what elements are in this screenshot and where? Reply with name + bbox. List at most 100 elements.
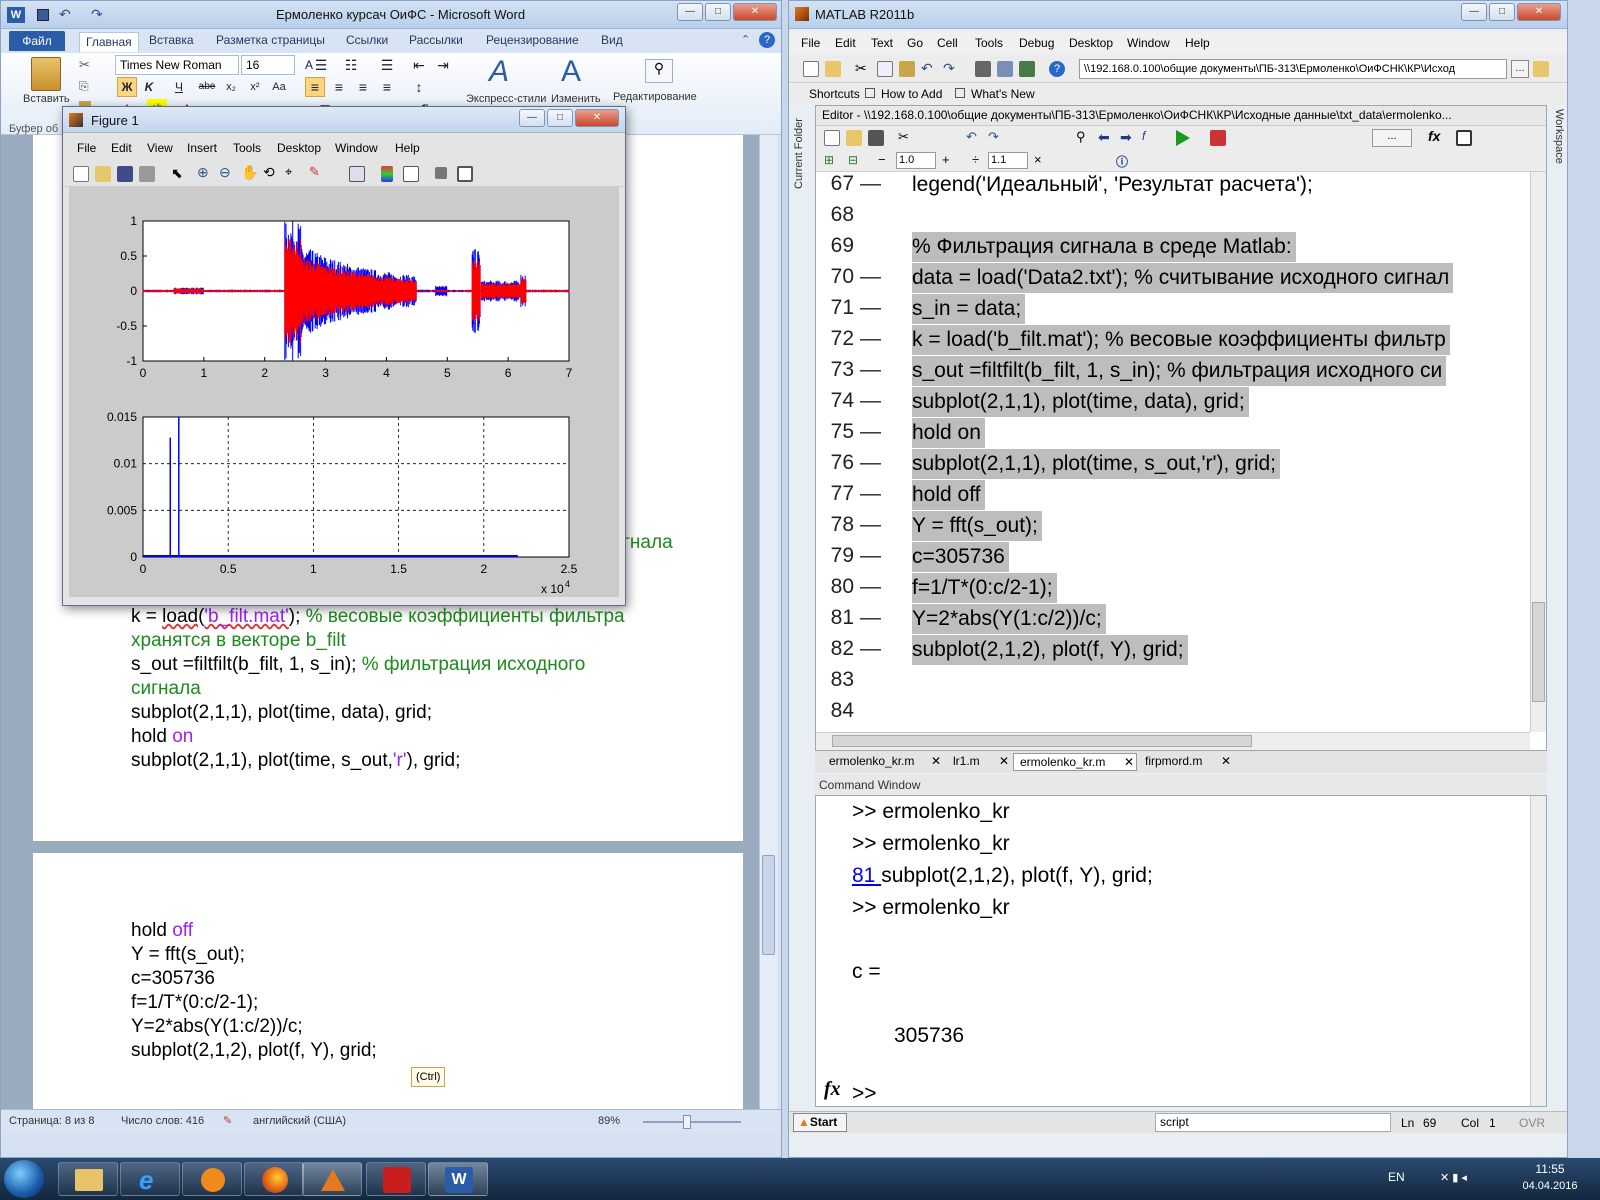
editor-undo-icon[interactable]: ↶ bbox=[966, 129, 982, 145]
code-line[interactable]: subplot(2,1,2), plot(f, Y), grid; bbox=[912, 635, 1188, 665]
word-vertical-scrollbar[interactable] bbox=[759, 135, 777, 1109]
breakpoint-dash[interactable]: — bbox=[860, 389, 881, 413]
how-to-add-link[interactable]: How to Add bbox=[881, 87, 942, 101]
word-minimize-button[interactable]: — bbox=[677, 3, 703, 21]
help-icon[interactable]: ? bbox=[759, 32, 775, 48]
mmenu-debug[interactable]: Debug bbox=[1019, 36, 1054, 50]
menu-tools[interactable]: Tools bbox=[233, 141, 261, 155]
new-script-icon[interactable] bbox=[803, 61, 819, 77]
save-figure-icon[interactable] bbox=[117, 166, 133, 182]
zoom-in-icon[interactable]: ⊕ bbox=[197, 164, 213, 180]
redo-icon[interactable]: ↷ bbox=[91, 6, 103, 23]
paste-button-label[interactable]: Вставить bbox=[23, 93, 70, 105]
guide-icon[interactable] bbox=[997, 61, 1013, 77]
mmenu-file[interactable]: File bbox=[801, 36, 820, 50]
status-words[interactable]: Число слов: 416 bbox=[121, 1115, 204, 1127]
open-file-icon[interactable] bbox=[95, 166, 111, 182]
clock-time[interactable]: 11:55 bbox=[1520, 1162, 1580, 1176]
matlab-logo-icon[interactable] bbox=[795, 7, 809, 21]
tray-icons[interactable]: ✕ ▮ ◂ bbox=[1440, 1171, 1467, 1184]
quick-styles-icon[interactable]: A bbox=[489, 55, 509, 89]
code-line[interactable]: legend('Идеальный', 'Результат расчета')… bbox=[912, 170, 1317, 200]
code-line[interactable]: f=1/T*(0:c/2-1); bbox=[912, 573, 1057, 603]
superscript-button[interactable]: x² bbox=[245, 77, 265, 97]
forward-arrow-icon[interactable]: ➡ bbox=[1120, 129, 1136, 145]
mmenu-window[interactable]: Window bbox=[1127, 36, 1170, 50]
code-line[interactable]: subplot(2,1,1), plot(time, s_out,'r'), g… bbox=[912, 449, 1281, 479]
code-line[interactable]: k = load('b_filt.mat'); % весовые коэффи… bbox=[912, 325, 1450, 355]
fx-function-browser-icon[interactable]: fx bbox=[824, 1078, 841, 1101]
find-binoculars-icon[interactable]: ⚲ bbox=[645, 59, 673, 83]
editor-open-icon[interactable] bbox=[846, 130, 862, 146]
stack-select[interactable]: ... bbox=[1372, 129, 1412, 147]
media-player-taskbar-icon[interactable] bbox=[182, 1162, 242, 1196]
windows-start-orb[interactable] bbox=[4, 1160, 44, 1198]
file-tab-lr1[interactable]: lr1.m ✕ bbox=[947, 753, 1011, 771]
status-zoom[interactable]: 89% bbox=[598, 1115, 620, 1127]
hide-plot-tools-icon[interactable] bbox=[435, 167, 447, 179]
breakpoint-dash[interactable]: — bbox=[860, 265, 881, 289]
print-figure-icon[interactable] bbox=[139, 166, 155, 182]
word-taskbar-icon[interactable]: W bbox=[428, 1162, 488, 1196]
error-line-link[interactable]: 81 bbox=[852, 864, 881, 887]
mmenu-edit[interactable]: Edit bbox=[835, 36, 856, 50]
code-line[interactable]: s_out =filtfilt(b_filt, 1, s_in); % филь… bbox=[912, 356, 1447, 386]
info-icon[interactable]: ⓘ bbox=[1116, 153, 1132, 169]
whats-new-link[interactable]: What's New bbox=[971, 87, 1035, 101]
firefox-taskbar-icon[interactable] bbox=[244, 1162, 304, 1196]
subscript-button[interactable]: x₂ bbox=[221, 77, 241, 97]
tab-view[interactable]: Вид bbox=[601, 33, 623, 47]
align-right-button[interactable]: ≡ bbox=[353, 77, 373, 97]
word-scroll-thumb[interactable] bbox=[762, 855, 775, 955]
editor-scroll-thumb[interactable] bbox=[1532, 602, 1545, 702]
copy-icon[interactable]: ⎘ bbox=[79, 79, 89, 94]
breakpoint-dash[interactable]: — bbox=[860, 482, 881, 506]
ribbon-collapse-icon[interactable]: ⌃ bbox=[741, 33, 750, 46]
explorer-taskbar-icon[interactable] bbox=[58, 1162, 118, 1196]
divide-icon[interactable]: ÷ bbox=[972, 152, 979, 167]
bold-button[interactable]: Ж bbox=[117, 77, 137, 97]
zoom-slider-thumb[interactable] bbox=[683, 1115, 691, 1129]
word-close-button[interactable]: ✕ bbox=[733, 3, 777, 21]
plus-icon[interactable]: + bbox=[942, 152, 950, 167]
breakpoint-dash[interactable]: — bbox=[860, 606, 881, 630]
cut-icon[interactable]: ✂ bbox=[855, 60, 871, 76]
line-spacing-icon[interactable]: ↕ bbox=[409, 77, 429, 97]
data-cursor-icon[interactable]: ⌖ bbox=[285, 164, 301, 180]
quick-save-icon[interactable] bbox=[37, 9, 49, 21]
insert-cell-icon[interactable]: ⊞ bbox=[824, 153, 840, 169]
justify-button[interactable]: ≡ bbox=[377, 77, 397, 97]
code-line[interactable]: hold off bbox=[912, 480, 985, 510]
code-line[interactable]: hold on bbox=[912, 418, 985, 448]
close-tab-icon[interactable]: ✕ bbox=[999, 753, 1009, 769]
editor-redo-icon[interactable]: ↷ bbox=[988, 129, 1004, 145]
cmd-vertical-scrollbar[interactable] bbox=[1530, 796, 1546, 1106]
menu-window[interactable]: Window bbox=[335, 141, 378, 155]
undo-icon[interactable]: ↶ bbox=[921, 60, 937, 76]
editing-label[interactable]: Редактирование bbox=[613, 91, 697, 103]
breakpoint-dash[interactable]: — bbox=[860, 637, 881, 661]
align-center-button[interactable]: ≡ bbox=[329, 77, 349, 97]
decrease-indent-icon[interactable]: ⇤ bbox=[409, 55, 429, 75]
status-language[interactable]: английский (США) bbox=[253, 1115, 346, 1127]
word-app-icon[interactable]: W bbox=[7, 7, 25, 23]
file-tab-ermolenko-kr-1[interactable]: ermolenko_kr.m ✕ bbox=[815, 753, 945, 771]
zoom-slider[interactable] bbox=[643, 1121, 741, 1123]
edit-plot-arrow-icon[interactable]: ⬉ bbox=[171, 165, 187, 181]
redo-icon[interactable]: ↷ bbox=[943, 60, 959, 76]
mmenu-text[interactable]: Text bbox=[871, 36, 893, 50]
breakpoint-dash[interactable]: — bbox=[860, 451, 881, 475]
code-line[interactable] bbox=[912, 666, 916, 696]
word-maximize-button[interactable]: □ bbox=[705, 3, 731, 21]
code-line[interactable]: data = load('Data2.txt'); % считывание и… bbox=[912, 263, 1454, 293]
paste-icon[interactable] bbox=[31, 57, 61, 91]
change-case-button[interactable]: Aa bbox=[269, 77, 289, 97]
tab-review[interactable]: Рецензирование bbox=[486, 33, 579, 47]
breakpoint-dash[interactable]: — bbox=[860, 358, 881, 382]
strikethrough-button[interactable]: abe bbox=[197, 77, 217, 97]
multiply-icon[interactable]: × bbox=[1034, 152, 1042, 167]
editor-hscroll-thumb[interactable] bbox=[832, 735, 1252, 747]
menu-help[interactable]: Help bbox=[395, 141, 420, 155]
code-line[interactable]: subplot(2,1,1), plot(time, data), grid; bbox=[912, 387, 1249, 417]
matlab-minimize-button[interactable]: — bbox=[1461, 3, 1487, 21]
